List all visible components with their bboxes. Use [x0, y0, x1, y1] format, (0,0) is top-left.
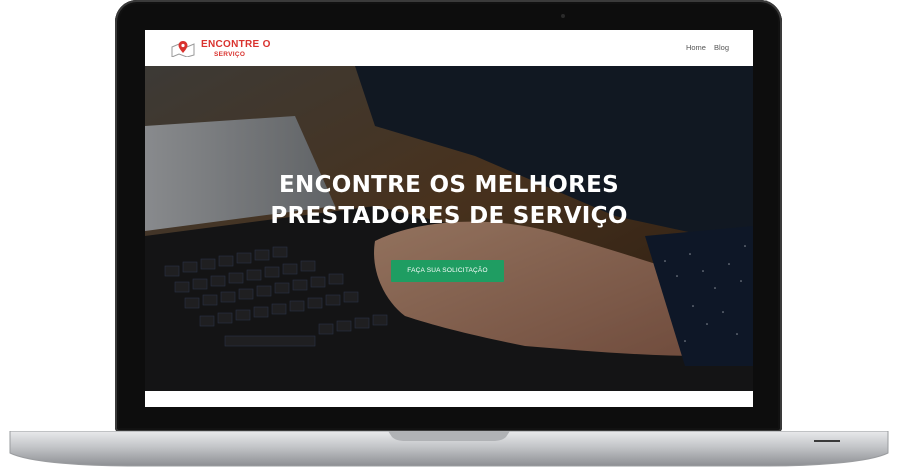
cta-button[interactable]: FAÇA SUA SOLICITAÇÃO — [391, 260, 504, 282]
map-pin-icon — [171, 41, 195, 57]
power-indicator — [814, 440, 840, 442]
nav-links: Home Blog — [686, 43, 729, 52]
site-logo[interactable]: ENCONTRE O SERVIÇO — [171, 35, 271, 62]
page-footer-strip — [145, 391, 753, 407]
hero-title-line-2: PRESTADORES DE SERVIÇO — [270, 203, 628, 229]
webcam — [561, 14, 565, 18]
hero-title: ENCONTRE OS MELHORES PRESTADORES DE SERV… — [145, 170, 753, 232]
nav-home[interactable]: Home — [686, 43, 706, 52]
laptop-screen: ENCONTRE O SERVIÇO Home Blog ENCONTRE OS… — [145, 30, 753, 407]
logo-title: ENCONTRE O — [201, 39, 271, 50]
nav-blog[interactable]: Blog — [714, 43, 729, 52]
hero-section: ENCONTRE OS MELHORES PRESTADORES DE SERV… — [145, 66, 753, 391]
site-navbar: ENCONTRE O SERVIÇO Home Blog — [145, 30, 753, 66]
hero-title-line-1: ENCONTRE OS MELHORES — [279, 172, 619, 198]
logo-subtitle: SERVIÇO — [214, 51, 246, 58]
laptop-base — [9, 431, 889, 467]
